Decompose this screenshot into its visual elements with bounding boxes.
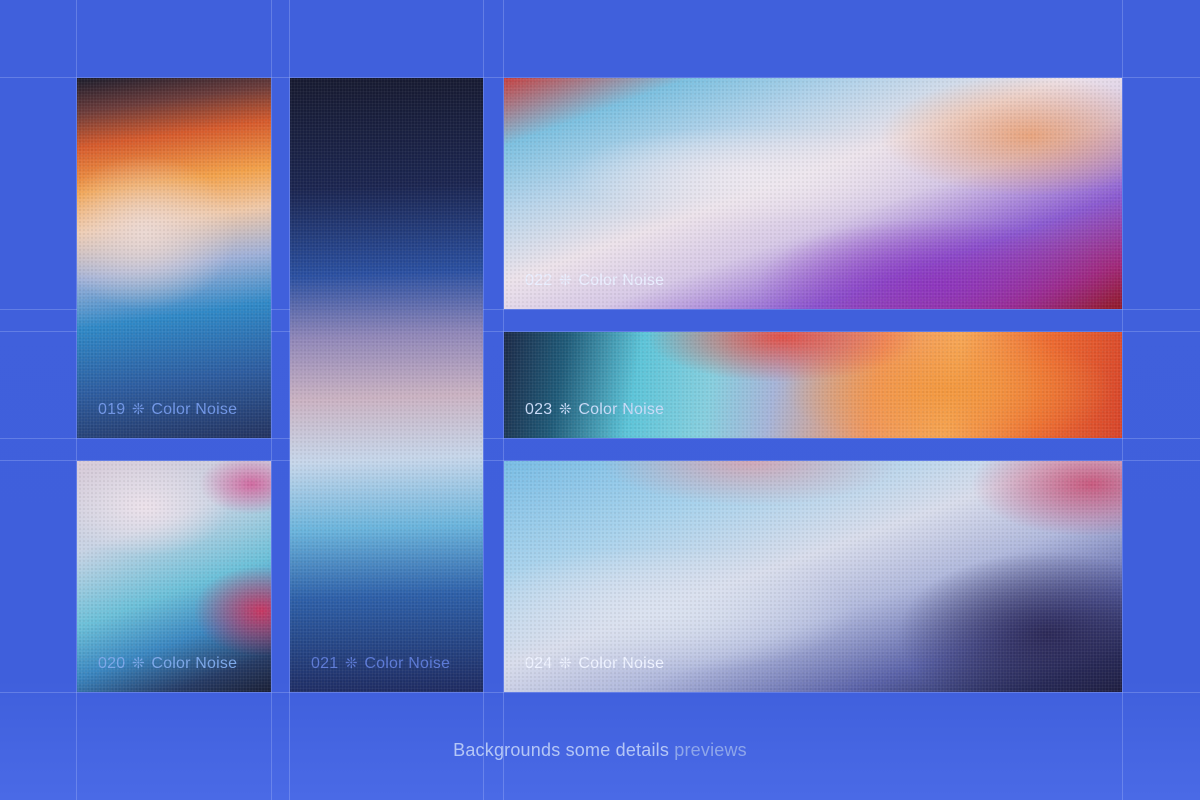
card-label: 021 ❊ Color Noise <box>311 654 450 673</box>
card-number: 022 <box>525 272 553 289</box>
card-label: 020 ❊ Color Noise <box>98 654 237 673</box>
guide-line <box>0 438 1200 439</box>
card-title: Color Noise <box>364 655 451 672</box>
asterisk-icon: ❊ <box>558 401 572 418</box>
card-title: Color Noise <box>578 272 665 289</box>
card-title: Color Noise <box>578 655 665 672</box>
gradient-card-022: 022 ❊ Color Noise <box>504 78 1122 309</box>
card-label: 024 ❊ Color Noise <box>525 654 664 673</box>
gradient-card-024: 024 ❊ Color Noise <box>504 461 1122 692</box>
caption-main: Backgrounds some details <box>453 740 670 760</box>
card-number: 020 <box>98 655 126 672</box>
gradient-card-023: 023 ❊ Color Noise <box>504 332 1122 438</box>
gradient-card-021: 021 ❊ Color Noise <box>290 78 483 692</box>
card-title: Color Noise <box>151 401 238 418</box>
card-label: 022 ❊ Color Noise <box>525 271 664 290</box>
asterisk-icon: ❊ <box>558 655 572 672</box>
card-label: 019 ❊ Color Noise <box>98 400 237 419</box>
card-number: 021 <box>311 655 339 672</box>
card-title: Color Noise <box>151 655 238 672</box>
gradient-card-019: 019 ❊ Color Noise <box>77 78 271 438</box>
card-number: 024 <box>525 655 553 672</box>
card-number: 019 <box>98 401 126 418</box>
guide-line <box>1122 0 1123 800</box>
footer-caption: Backgrounds some details previews <box>0 740 1200 761</box>
gradient-card-020: 020 ❊ Color Noise <box>77 461 271 692</box>
asterisk-icon: ❊ <box>131 401 145 418</box>
asterisk-icon: ❊ <box>344 655 358 672</box>
guide-line <box>271 0 272 800</box>
card-title: Color Noise <box>578 401 665 418</box>
caption-tail: previews <box>674 740 747 760</box>
card-label: 023 ❊ Color Noise <box>525 400 664 419</box>
guide-line <box>483 0 484 800</box>
card-number: 023 <box>525 401 553 418</box>
asterisk-icon: ❊ <box>558 272 572 289</box>
asterisk-icon: ❊ <box>131 655 145 672</box>
guide-line <box>0 692 1200 693</box>
